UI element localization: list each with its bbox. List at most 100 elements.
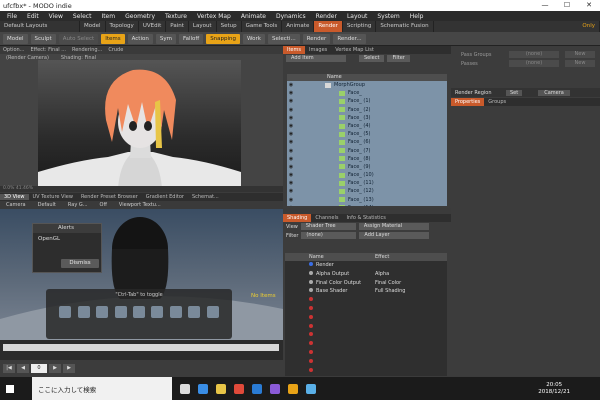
list-item[interactable]: ◉ Face_ (9)	[287, 163, 447, 171]
viewport-option[interactable]: Rendering...	[69, 47, 105, 53]
frame-field[interactable]: 0	[31, 364, 47, 373]
taskbar-search[interactable]: ここに入力して検索	[32, 377, 172, 400]
panel-tab[interactable]: Channels	[311, 214, 342, 222]
list-item[interactable]: ◉ Face_ (12)	[287, 187, 447, 195]
toolbar-button[interactable]: Sculpt	[30, 33, 56, 44]
assign-material-button[interactable]: Assign Material	[358, 223, 429, 230]
select-button[interactable]: Select	[359, 55, 385, 62]
tool-icon[interactable]	[96, 306, 109, 318]
list-item[interactable]: ◉ Face_ (7)	[287, 147, 447, 155]
menu-item[interactable]: Help	[405, 13, 429, 20]
first-frame-button[interactable]: |◀	[3, 364, 15, 373]
tool-icon[interactable]	[206, 306, 219, 318]
toolbar-button[interactable]: Render...	[333, 33, 366, 44]
alert-opengl[interactable]: OpenGL	[33, 233, 101, 245]
visibility-icon[interactable]: ◉	[287, 130, 295, 138]
menu-item[interactable]: File	[2, 13, 22, 20]
viewport-option[interactable]: Crude	[105, 47, 126, 53]
layout-tab[interactable]: UVEdit	[139, 21, 167, 32]
visibility-icon[interactable]: ◉	[287, 155, 295, 163]
layouts-dropdown[interactable]: Default Layouts	[0, 21, 80, 32]
table-row[interactable]: F00_000_EyeIris_00_EY...	[285, 340, 447, 349]
viewport-tab[interactable]: 3D View	[0, 194, 29, 200]
panel-tab[interactable]: Vertex Map List	[331, 46, 378, 54]
tool-icon[interactable]	[114, 306, 127, 318]
table-row[interactable]: F00_000_FaceEyelash_0...	[285, 323, 447, 332]
layout-tab[interactable]: Schematic Fusion	[376, 21, 434, 32]
visibility-icon[interactable]: ◉	[287, 187, 295, 195]
viewport-tab[interactable]: UV Texture View	[29, 194, 77, 200]
list-item[interactable]: ◉ Face_ (8)	[287, 155, 447, 163]
visibility-icon[interactable]: ◉	[287, 106, 295, 114]
table-row[interactable]: F00_000_FaceBrow_00_...	[285, 331, 447, 340]
menu-item[interactable]: Vertex Map	[192, 13, 236, 20]
vs-icon[interactable]	[270, 383, 280, 394]
table-row[interactable]: F00_000_EyeWhite_00_...	[285, 305, 447, 314]
visibility-icon[interactable]: ◉	[287, 122, 295, 130]
add-layer-button[interactable]: Add Layer	[359, 232, 430, 239]
toolbar-button[interactable]: Items	[101, 33, 125, 44]
visibility-icon[interactable]: ◉	[287, 114, 295, 122]
menu-item[interactable]: Item	[96, 13, 120, 20]
visibility-icon[interactable]: ◉	[287, 163, 295, 171]
camera-select[interactable]: Camera	[538, 89, 570, 96]
play-button[interactable]: ▶	[63, 364, 75, 373]
table-row[interactable]: Alpha Output Alpha	[285, 270, 447, 279]
menu-item[interactable]: Layout	[342, 13, 372, 20]
dismiss-button[interactable]: Dismiss	[61, 259, 99, 268]
viewport-option[interactable]: Camera	[0, 202, 32, 208]
viewport-option[interactable]: Default	[32, 202, 62, 208]
tool-icon[interactable]	[188, 306, 201, 318]
panel-tab[interactable]: Shading	[283, 214, 312, 222]
viewport-tab[interactable]: Gradient Editor	[142, 194, 188, 200]
layout-tab[interactable]: Layout	[189, 21, 217, 32]
toolbar-button[interactable]: Sym	[155, 33, 176, 44]
layout-tab[interactable]: Paint	[166, 21, 189, 32]
visibility-icon[interactable]: ◉	[287, 147, 295, 155]
layout-tab[interactable]: Animate	[282, 21, 315, 32]
table-row[interactable]: Render	[285, 261, 447, 270]
3d-viewport[interactable]: Alerts OpenGL Dismiss "Ctrl-Tab" to togg…	[0, 209, 283, 340]
layout-tab[interactable]: Game Tools	[242, 21, 283, 32]
layout-tab[interactable]: Render	[314, 21, 343, 32]
table-row[interactable]: Base Shader Full Shading	[285, 287, 447, 296]
list-item[interactable]: ◉ MorphGroup	[287, 81, 447, 89]
list-item[interactable]: ◉ Face_ (11)	[287, 179, 447, 187]
table-row[interactable]: F00_000_FaceEyeline_0...	[285, 314, 447, 323]
table-row[interactable]: F00_000_EyeHighlight_...	[285, 349, 447, 358]
chrome-icon[interactable]	[234, 383, 244, 394]
layout-tab[interactable]: Model	[80, 21, 106, 32]
list-item[interactable]: ◉ Face_ (4)	[287, 122, 447, 130]
app-icon[interactable]	[306, 383, 316, 394]
viewport-option[interactable]: Effect: Final ...	[27, 47, 69, 53]
visibility-icon[interactable]: ◉	[287, 204, 295, 206]
timeline-bar[interactable]	[3, 344, 279, 351]
toolbar-button[interactable]: Model	[3, 33, 28, 44]
explorer-icon[interactable]	[216, 383, 226, 394]
visibility-icon[interactable]: ◉	[287, 81, 295, 89]
minimize-icon[interactable]: —	[534, 0, 556, 11]
filter-button[interactable]: Filter	[387, 55, 410, 62]
set-button[interactable]: Set	[506, 89, 523, 96]
tool-icon[interactable]	[169, 306, 182, 318]
menu-item[interactable]: View	[44, 13, 68, 20]
menu-item[interactable]: Geometry	[120, 13, 160, 20]
viewport-option[interactable]: Option...	[0, 47, 27, 53]
timeline[interactable]	[0, 340, 283, 360]
modo-icon[interactable]	[288, 383, 298, 394]
panel-tab[interactable]: Items	[283, 46, 305, 54]
menu-item[interactable]: Dynamics	[271, 13, 311, 20]
viewport-option[interactable]: Viewport Textu...	[113, 202, 167, 208]
visibility-icon[interactable]: ◉	[287, 179, 295, 187]
menu-item[interactable]: Render	[311, 13, 342, 20]
visibility-icon[interactable]: ◉	[287, 196, 295, 204]
new-pass-group-button[interactable]: New	[565, 51, 595, 58]
panel-tab[interactable]: Groups	[484, 98, 510, 106]
next-frame-button[interactable]: ▶	[49, 364, 61, 373]
toolbar-button[interactable]: Work	[243, 33, 265, 44]
list-item[interactable]: ◉ Face_ (2)	[287, 106, 447, 114]
toolbar-button[interactable]: Render	[302, 33, 331, 44]
menu-item[interactable]: Animate	[236, 13, 271, 20]
visibility-icon[interactable]: ◉	[287, 89, 295, 97]
viewport-option[interactable]: Ray G...	[62, 202, 94, 208]
